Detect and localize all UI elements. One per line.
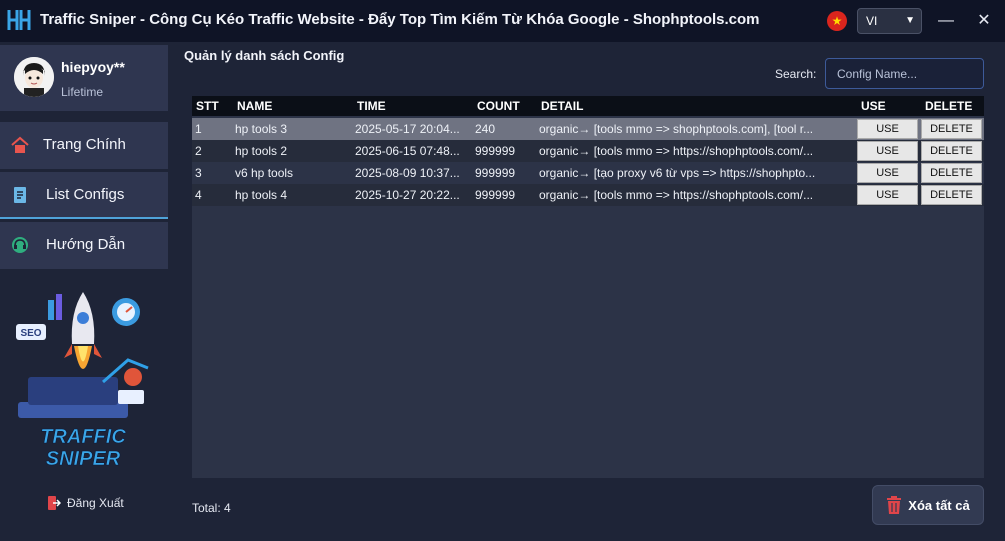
cell-name: hp tools 2 — [235, 144, 288, 158]
cell-time: 2025-08-09 10:37... — [355, 166, 460, 180]
search-input[interactable] — [825, 58, 984, 89]
header-count: COUNT — [477, 99, 520, 113]
app-logo-icon — [7, 10, 31, 30]
header-name: NAME — [237, 99, 273, 113]
cell-name: hp tools 3 — [235, 122, 288, 136]
total-label: Total: — [192, 501, 221, 515]
close-button[interactable]: ✕ — [971, 8, 997, 34]
vietnam-flag-icon: ★ — [827, 11, 847, 31]
table-row[interactable]: 2 hp tools 2 2025-06-15 07:48... 999999 … — [192, 140, 984, 162]
chevron-down-icon: ▼ — [905, 15, 915, 26]
nav-label-home: Trang Chính — [43, 136, 126, 153]
window-title: Traffic Sniper - Công Cụ Kéo Traffic Web… — [40, 11, 760, 28]
promo-line-1: TRAFFIC — [40, 426, 126, 448]
nav-item-list-configs[interactable]: List Configs — [0, 172, 168, 219]
traffic-sniper-illustration: TRAFFIC SNIPER SEO — [8, 282, 158, 472]
username: hiepyoy** — [61, 59, 125, 75]
language-select[interactable]: VI ▼ — [857, 8, 922, 34]
avatar-image — [14, 57, 54, 97]
delete-button[interactable]: DELETE — [921, 119, 982, 139]
document-icon — [14, 187, 26, 203]
cell-name: v6 hp tools — [235, 166, 294, 180]
logout-label: Đăng Xuất — [67, 496, 124, 510]
cell-count: 240 — [475, 122, 496, 136]
header-delete: DELETE — [925, 99, 973, 113]
user-card: hiepyoy** Lifetime — [0, 45, 168, 111]
table-header: STT NAME TIME COUNT DETAIL USE DELETE — [192, 96, 984, 116]
promo-seo-badge: SEO — [20, 328, 41, 339]
cell-stt: 1 — [195, 122, 202, 136]
header-detail: DETAIL — [541, 99, 584, 113]
cell-time: 2025-05-17 20:04... — [355, 122, 460, 136]
header-stt: STT — [196, 99, 219, 113]
nav-label-guide: Hướng Dẫn — [46, 236, 126, 253]
header-use: USE — [861, 99, 886, 113]
avatar — [14, 57, 54, 97]
cell-stt: 2 — [195, 144, 202, 158]
delete-button[interactable]: DELETE — [921, 163, 982, 183]
table-row[interactable]: 3 v6 hp tools 2025-08-09 10:37... 999999… — [192, 162, 984, 184]
minimize-button[interactable]: — — [933, 8, 959, 34]
header-time: TIME — [357, 99, 386, 113]
config-panel: Quản lý danh sách Config Search: STT NAM… — [170, 42, 1005, 541]
cell-count: 999999 — [475, 188, 516, 202]
cell-stt: 3 — [195, 166, 202, 180]
delete-button[interactable]: DELETE — [921, 141, 982, 161]
cell-stt: 4 — [195, 188, 202, 202]
headset-icon — [12, 237, 28, 253]
sidebar: hiepyoy** Lifetime Trang Chính List Conf… — [0, 42, 170, 541]
search-label: Search: — [775, 67, 817, 81]
cell-detail: organic→ [tạo proxy v6 từ vps => https:/… — [539, 166, 816, 180]
clear-all-button[interactable]: Xóa tất cả — [872, 485, 984, 525]
use-button[interactable]: USE — [857, 119, 918, 139]
language-value: VI — [866, 14, 878, 28]
cell-detail: organic→ [tools mmo => https://shophptoo… — [539, 188, 814, 202]
config-table: STT NAME TIME COUNT DETAIL USE DELETE 1 … — [192, 96, 984, 478]
table-row[interactable]: 1 hp tools 3 2025-05-17 20:04... 240 org… — [192, 118, 984, 140]
nav-item-guide[interactable]: Hướng Dẫn — [0, 222, 168, 269]
use-button[interactable]: USE — [857, 141, 918, 161]
cell-time: 2025-06-15 07:48... — [355, 144, 460, 158]
cell-count: 999999 — [475, 166, 516, 180]
cell-count: 999999 — [475, 144, 516, 158]
logout-icon — [48, 496, 61, 510]
logout-button[interactable]: Đăng Xuất — [47, 495, 124, 511]
cell-detail: organic→ [tools mmo => shophptools.com],… — [539, 122, 814, 136]
nav-label-list-configs: List Configs — [46, 186, 125, 203]
cell-name: hp tools 4 — [235, 188, 288, 202]
table-row[interactable]: 4 hp tools 4 2025-10-27 20:22... 999999 … — [192, 184, 984, 206]
cell-time: 2025-10-27 20:22... — [355, 188, 460, 202]
delete-button[interactable]: DELETE — [921, 185, 982, 205]
clear-all-label: Xóa tất cả — [908, 497, 970, 513]
nav-item-home[interactable]: Trang Chính — [0, 122, 168, 169]
rocket-laptop-illustration: TRAFFIC SNIPER SEO — [16, 292, 149, 470]
panel-title: Quản lý danh sách Config — [184, 48, 345, 63]
cell-detail: organic→ [tools mmo => https://shophptoo… — [539, 144, 814, 158]
total-count: Total: 4 — [192, 501, 231, 515]
total-value: 4 — [224, 501, 231, 515]
trash-icon — [887, 496, 902, 514]
use-button[interactable]: USE — [857, 163, 918, 183]
use-button[interactable]: USE — [857, 185, 918, 205]
license-plan: Lifetime — [61, 85, 104, 99]
title-bar: Traffic Sniper - Công Cụ Kéo Traffic Web… — [0, 0, 1005, 42]
home-icon — [11, 136, 29, 153]
promo-line-2: SNIPER — [46, 448, 121, 470]
